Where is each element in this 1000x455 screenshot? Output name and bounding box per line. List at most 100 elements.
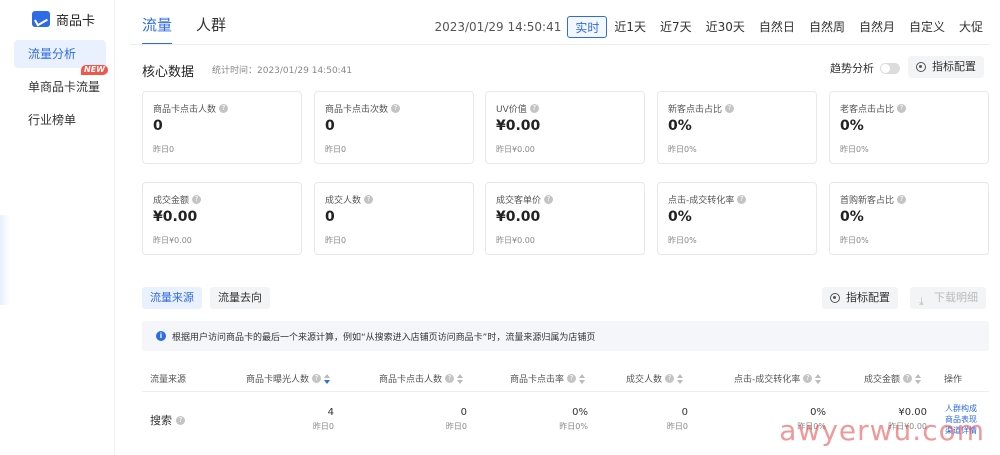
metric-value: 0 — [325, 118, 335, 134]
sidebar-item-traffic-analysis[interactable]: 流量分析 — [14, 40, 106, 68]
button-label: 指标配置 — [932, 60, 976, 73]
row-source-name: 搜索? — [150, 412, 185, 428]
metric-card: 首购新客占比? 0% 昨日0% — [829, 182, 989, 255]
help-icon[interactable]: ? — [737, 195, 747, 204]
metric-value: 0 — [153, 118, 163, 134]
metric-label: 点击-成交转化率? — [668, 193, 806, 206]
metric-yesterday: 昨日0% — [840, 236, 869, 245]
metric-value: 0% — [840, 209, 864, 225]
metric-value: 0% — [668, 118, 692, 134]
trend-toggle[interactable] — [880, 62, 900, 74]
help-icon[interactable]: ? — [219, 104, 229, 113]
table-header: 流量来源 商品卡曝光人数? 商品卡点击人数? 商品卡点击率? 成交人数? 点击-… — [142, 364, 989, 392]
metric-value: ¥0.00 — [153, 209, 198, 225]
source-tabs: 流量来源 流量去向 — [142, 287, 270, 309]
metric-value: ¥0.00 — [496, 118, 541, 134]
sort-icon[interactable] — [457, 373, 464, 384]
download-icon: ⤓ — [919, 295, 924, 308]
metric-value: 0% — [840, 118, 864, 134]
current-timestamp: 2023/01/29 14:50:41 — [434, 20, 562, 34]
tab-audience[interactable]: 人群 — [196, 14, 226, 45]
help-icon: ? — [567, 374, 577, 383]
metric-yesterday: 昨日0 — [325, 145, 347, 154]
tab-traffic-destination[interactable]: 流量去向 — [210, 287, 270, 309]
source-metric-config-button[interactable]: 指标配置 — [822, 287, 898, 309]
col-header-conversion[interactable]: 点击-成交转化率? — [734, 372, 822, 385]
metric-yesterday: 昨日0 — [153, 145, 175, 154]
metric-label: UV价值? — [496, 102, 634, 115]
button-label: 指标配置 — [846, 291, 890, 304]
sidebar-item-single-product-traffic[interactable]: 单商品卡流量 NEW — [14, 65, 108, 101]
cell-exposure: 4 昨日0 — [312, 407, 334, 431]
tab-traffic[interactable]: 流量 — [142, 14, 173, 45]
range-realtime[interactable]: 实时 — [567, 16, 608, 38]
time-range-selector: 2023/01/29 14:50:41 实时 近1天 近7天 近30天 自然日 … — [434, 16, 990, 38]
help-icon: ? — [176, 415, 185, 425]
cell-ctr: 0% 昨日0% — [559, 407, 588, 431]
download-details-button[interactable]: ⤓ 下载明细 — [910, 287, 986, 309]
metric-label: 成交客单价? — [496, 193, 634, 206]
metric-label: 成交金额? — [153, 193, 291, 206]
metric-config-button[interactable]: 指标配置 — [908, 56, 984, 78]
sidebar-item-industry-ranking[interactable]: 行业榜单 — [14, 106, 106, 134]
metric-label: 老客点击占比? — [840, 102, 978, 115]
action-audience-composition[interactable]: 人群构成 — [945, 403, 977, 414]
help-icon[interactable]: ? — [725, 104, 735, 113]
help-icon[interactable]: ? — [529, 104, 539, 113]
col-header-clicks[interactable]: 商品卡点击人数? — [379, 372, 464, 385]
help-icon[interactable]: ? — [897, 195, 907, 204]
range-natural-month[interactable]: 自然月 — [852, 16, 902, 38]
range-last-30-days[interactable]: 近30天 — [699, 16, 752, 38]
stat-time: 统计时间：2023/01/29 14:50:41 — [212, 66, 353, 76]
help-icon[interactable]: ? — [391, 104, 401, 113]
range-last-7-days[interactable]: 近7天 — [653, 16, 699, 38]
metric-card: 商品卡点击次数? 0 昨日0 — [314, 91, 474, 164]
help-icon[interactable]: ? — [544, 195, 554, 204]
metric-yesterday: 昨日0% — [840, 145, 869, 154]
sort-icon[interactable] — [324, 373, 331, 384]
info-bar: i 根据用户访问商品卡的最后一个来源计算，例如“从搜索进入店铺页访问商品卡”时，… — [142, 321, 989, 351]
metric-label: 商品卡点击人数? — [153, 102, 291, 115]
brand: 商品卡 — [32, 10, 95, 29]
col-header-exposure[interactable]: 商品卡曝光人数? — [246, 372, 331, 385]
help-icon: ? — [803, 374, 813, 383]
range-custom[interactable]: 自定义 — [902, 16, 952, 38]
col-header-actions: 操作 — [944, 375, 963, 385]
metric-label: 首购新客占比? — [840, 193, 978, 206]
sort-icon[interactable] — [677, 373, 684, 384]
metric-label: 新客点击占比? — [668, 102, 806, 115]
help-icon: ? — [445, 374, 455, 383]
new-badge: NEW — [81, 65, 108, 75]
top-tabs: 流量 人群 — [142, 14, 226, 45]
metric-card: 成交人数? 0 昨日0 — [314, 182, 474, 255]
col-header-source: 流量来源 — [150, 375, 187, 385]
metric-card: 新客点击占比? 0% 昨日0% — [657, 91, 817, 164]
col-header-buyers[interactable]: 成交人数? — [626, 372, 684, 385]
range-promotion[interactable]: 大促 — [952, 16, 990, 38]
metric-yesterday: 昨日0% — [668, 236, 697, 245]
divider — [130, 44, 990, 45]
range-natural-day[interactable]: 自然日 — [752, 16, 802, 38]
trend-analysis: 趋势分析 — [830, 60, 900, 76]
help-icon[interactable]: ? — [897, 104, 907, 113]
metric-yesterday: 昨日¥0.00 — [496, 145, 535, 154]
sort-icon[interactable] — [915, 373, 922, 384]
sidebar-item-label: 单商品卡流量 — [28, 80, 101, 94]
help-icon[interactable]: ? — [364, 195, 374, 204]
range-natural-week[interactable]: 自然周 — [802, 16, 852, 38]
sidebar-item-label: 行业榜单 — [28, 113, 77, 127]
tab-traffic-source[interactable]: 流量来源 — [142, 287, 202, 309]
col-header-ctr[interactable]: 商品卡点击率? — [510, 372, 586, 385]
help-icon[interactable]: ? — [192, 195, 202, 204]
sidebar-item-label: 流量分析 — [28, 47, 77, 61]
info-icon: i — [156, 331, 166, 341]
help-icon: ? — [903, 374, 913, 383]
sort-icon[interactable] — [579, 373, 586, 384]
chart-logo-icon — [32, 11, 50, 27]
col-header-gmv[interactable]: 成交金额? — [864, 372, 922, 385]
sort-icon[interactable] — [815, 373, 822, 384]
range-last-1-day[interactable]: 近1天 — [607, 16, 653, 38]
help-icon: ? — [312, 374, 322, 383]
metric-label: 商品卡点击次数? — [325, 102, 463, 115]
metric-yesterday: 昨日¥0.00 — [496, 236, 535, 245]
